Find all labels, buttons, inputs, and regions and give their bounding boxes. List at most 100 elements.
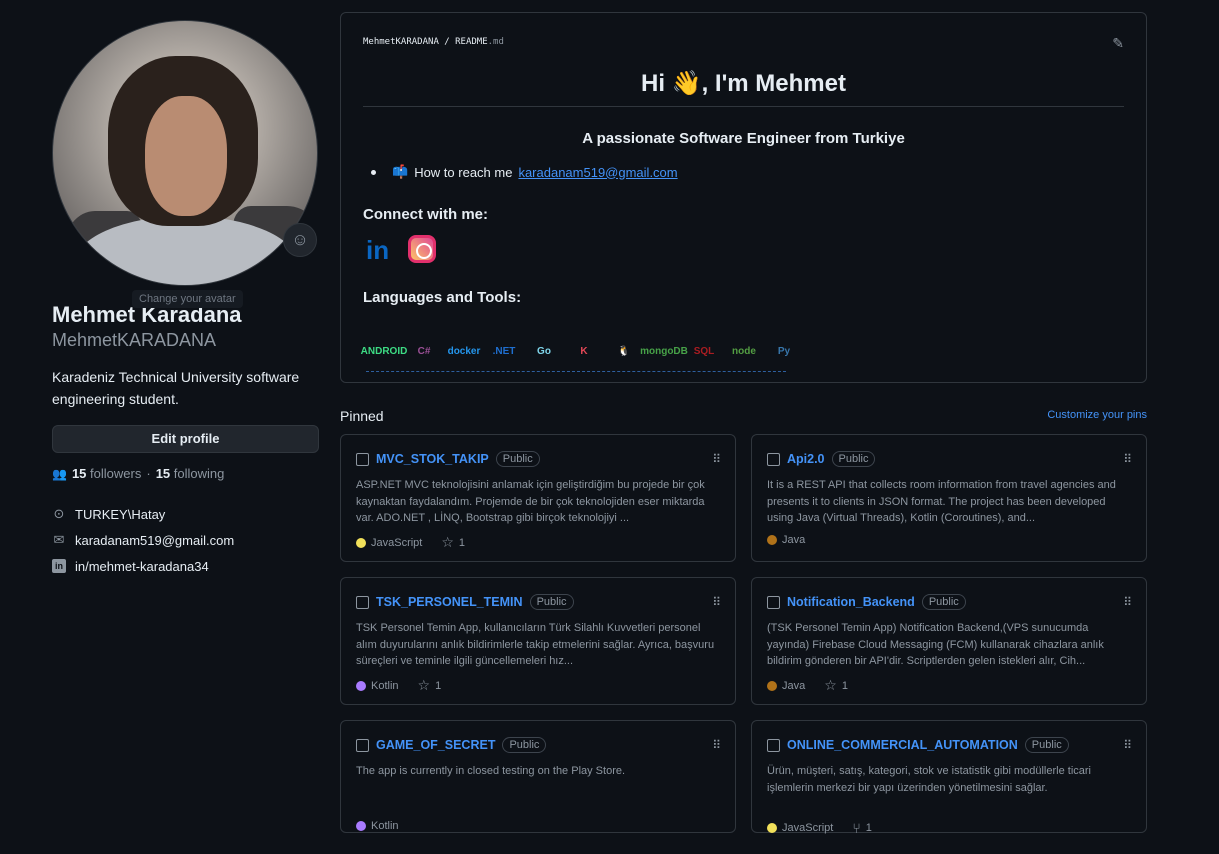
following-link[interactable]: 15 following	[156, 466, 225, 481]
visibility-badge: Public	[921, 594, 966, 610]
tool-linux-icon[interactable]: 🐧	[606, 333, 642, 369]
repo-description: It is a REST API that collects room info…	[767, 479, 1116, 524]
pinned-repo-card: Notification_Backend Public ⠿ (TSK Perso…	[751, 577, 1147, 705]
tool-go-icon[interactable]: Go	[526, 333, 562, 369]
repo-language: Java	[782, 534, 806, 546]
repo-description: (TSK Personel Temin App) Notification Ba…	[767, 622, 1104, 667]
repo-language: Kotlin	[371, 820, 399, 832]
language-color-dot	[356, 821, 366, 831]
tool-android-icon[interactable]: ANDROID	[361, 333, 408, 369]
tool-mongodb-icon[interactable]: mongoDB	[640, 333, 688, 369]
follow-stats: 👥 15 followers · 15 following	[52, 466, 319, 481]
tool-csharp-icon[interactable]: C#	[406, 333, 442, 369]
drag-handle-icon[interactable]: ⠿	[712, 738, 721, 752]
linkedin-icon: in	[52, 559, 66, 573]
readme-breadcrumb: MehmetKARADANA / README.md	[363, 37, 504, 47]
pinned-repo-card: MVC_STOK_TAKIP Public ⠿ ASP.NET MVC tekn…	[340, 434, 736, 562]
repo-language: Java	[782, 679, 806, 692]
visibility-badge: Public	[502, 737, 547, 753]
linkedin-logo-icon[interactable]: in	[366, 235, 396, 265]
repo-name-link[interactable]: GAME_OF_SECRET	[376, 738, 495, 752]
profile-sidebar: ☺ Change your avatar Mehmet Karadana Meh…	[52, 20, 319, 579]
edit-profile-button[interactable]: Edit profile	[52, 425, 319, 453]
fork-icon: ⑂	[852, 820, 861, 836]
location-item: ⊙ TURKEY\Hatay	[53, 506, 166, 522]
tool-dotnet-icon[interactable]: .NET	[486, 333, 522, 369]
repo-icon	[356, 738, 369, 752]
star-icon: ☆	[441, 534, 454, 550]
tool-kotlin-icon[interactable]: K	[566, 333, 602, 369]
repo-language: JavaScript	[371, 536, 423, 549]
followers-link[interactable]: 15 followers	[72, 466, 141, 481]
repo-description: TSK Personel Temin App, kullanıcıların T…	[356, 622, 715, 667]
profile-readme: MehmetKARADANA / README.md ✎ Hi 👋, I'm M…	[340, 12, 1147, 383]
star-icon: ☆	[417, 677, 431, 693]
avatar-face	[145, 96, 227, 216]
pinned-repo-card: GAME_OF_SECRET Public ⠿ The app is curre…	[340, 720, 736, 833]
tool-mssql-icon[interactable]: SQL	[686, 333, 722, 369]
profile-username: MehmetKARADANA	[52, 330, 217, 350]
tool-python-icon[interactable]: Py	[766, 333, 802, 369]
customize-pins-link[interactable]: Customize your pins	[1047, 409, 1147, 421]
repo-stat-link[interactable]: ☆ 1	[418, 677, 442, 694]
repo-meta: JavaScript ⑂ 1	[767, 820, 1131, 836]
drag-handle-icon[interactable]: ⠿	[1123, 738, 1132, 752]
pinned-repo-card: Api2.0 Public ⠿ It is a REST API that co…	[751, 434, 1147, 562]
language-color-dot	[767, 535, 777, 545]
visibility-badge: Public	[495, 451, 540, 467]
change-avatar-tooltip: Change your avatar	[132, 290, 243, 308]
reach-item: 📫 How to reach me karadanam519@gmail.com	[371, 164, 678, 180]
repo-name-link[interactable]: Api2.0	[787, 452, 825, 466]
repo-icon	[767, 595, 780, 609]
drag-handle-icon[interactable]: ⠿	[712, 452, 721, 466]
people-icon: 👥	[52, 466, 67, 481]
breadcrumb-owner[interactable]: MehmetKARADANA	[363, 37, 439, 47]
repo-description: The app is currently in closed testing o…	[356, 765, 626, 777]
repo-card-header: GAME_OF_SECRET Public ⠿	[356, 735, 721, 755]
repo-meta: Java ☆ 1	[767, 677, 1131, 694]
reach-email-link[interactable]: karadanam519@gmail.com	[518, 165, 677, 180]
repo-description: Ürün, müşteri, satış, kategori, stok ve …	[767, 765, 1092, 794]
language-color-dot	[356, 537, 366, 548]
instagram-logo-icon[interactable]	[408, 235, 436, 263]
drag-handle-icon[interactable]: ⠿	[1123, 452, 1132, 466]
avatar[interactable]	[52, 20, 318, 286]
repo-icon	[767, 738, 780, 752]
profile-details: ⊙ TURKEY\Hatay ✉ karadanam519@gmail.com in…	[52, 501, 319, 579]
repo-stat-link[interactable]: ⑂ 1	[852, 820, 872, 836]
profile-bio: Karadeniz Technical University software …	[52, 369, 300, 407]
repo-name-link[interactable]: Notification_Backend	[787, 595, 915, 609]
avatar-container[interactable]: ☺ Change your avatar	[52, 20, 318, 308]
repo-name-link[interactable]: MVC_STOK_TAKIP	[376, 452, 489, 466]
drag-handle-icon[interactable]: ⠿	[1123, 595, 1132, 609]
repo-stat-link[interactable]: ☆ 1	[441, 534, 465, 551]
email-item[interactable]: ✉ karadanam519@gmail.com	[52, 527, 319, 553]
edit-readme-pencil-icon[interactable]: ✎	[1112, 35, 1124, 52]
set-status-button[interactable]: ☺	[283, 223, 317, 257]
connect-heading: Connect with me:	[363, 206, 489, 223]
repo-meta: Java	[767, 534, 1131, 546]
linkedin-item[interactable]: in in/mehmet-karadana34	[52, 553, 319, 579]
star-icon: ☆	[824, 677, 837, 693]
languages-heading: Languages and Tools:	[363, 289, 522, 306]
repo-meta: JavaScript ☆ 1	[356, 534, 720, 551]
repo-name-link[interactable]: ONLINE_COMMERCIAL_AUTOMATION	[787, 738, 1018, 752]
repo-card-header: TSK_PERSONEL_TEMIN Public ⠿	[356, 592, 721, 612]
mailbox-icon: 📫	[392, 164, 409, 179]
language-color-dot	[767, 680, 777, 691]
social-links: in	[366, 235, 436, 265]
repo-stat-link[interactable]: ☆ 1	[824, 677, 848, 694]
tools-list: ANDROID C# docker .NET Go K 🐧 mongoDB SQL node Py	[361, 333, 802, 369]
repo-name-link[interactable]: TSK_PERSONEL_TEMIN	[376, 595, 523, 609]
repo-icon	[356, 452, 369, 466]
breadcrumb-file: README.md	[455, 37, 504, 47]
drag-handle-icon[interactable]: ⠿	[712, 595, 721, 609]
repo-description: ASP.NET MVC teknolojisini anlamak için g…	[356, 479, 705, 524]
repo-meta: Kotlin ☆ 1	[356, 677, 720, 694]
readme-tagline: A passionate Software Engineer from Turk…	[582, 130, 905, 147]
tools-underline	[366, 371, 786, 372]
tool-nodejs-icon[interactable]: node	[726, 333, 762, 369]
tool-docker-icon[interactable]: docker	[446, 333, 482, 369]
repo-card-header: Api2.0 Public ⠿	[767, 449, 1132, 469]
visibility-badge: Public	[831, 451, 876, 467]
